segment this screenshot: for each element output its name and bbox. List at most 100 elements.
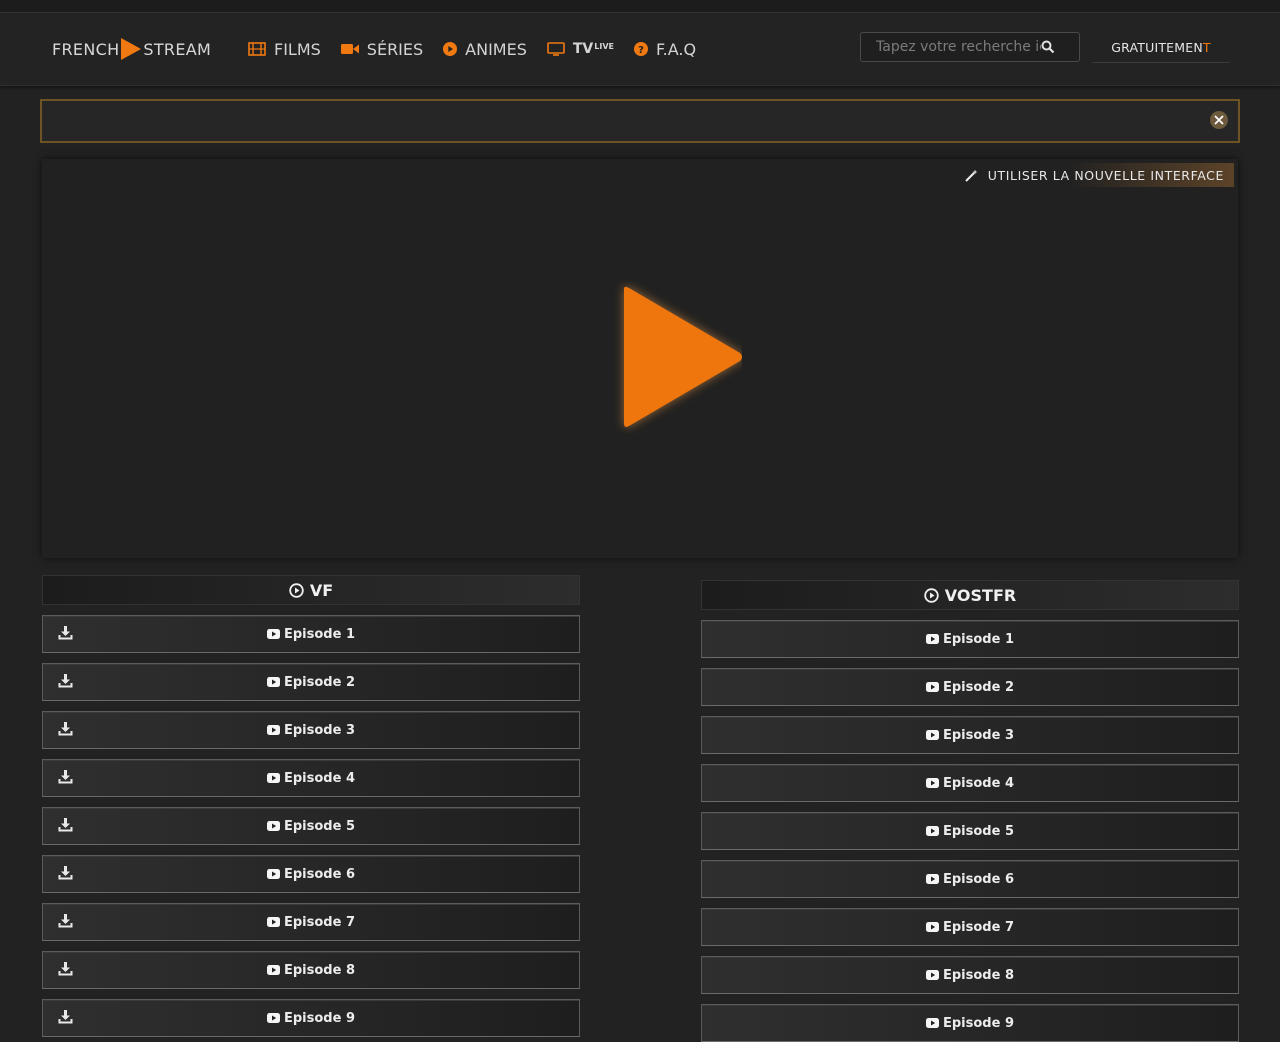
download-icon[interactable] bbox=[58, 770, 73, 784]
play-circle-icon bbox=[443, 42, 458, 56]
nav-films-label: FILMS bbox=[274, 39, 321, 59]
vf-episode-button[interactable]: Episode 6 bbox=[42, 855, 580, 893]
download-icon[interactable] bbox=[58, 914, 73, 928]
vf-header: VF bbox=[42, 575, 580, 605]
vostfr-episode-button[interactable]: Episode 5 bbox=[701, 812, 1239, 850]
vf-episode-list: Episode 1 Episode 2 Episode 3 Episode 4 Epis… bbox=[42, 615, 580, 1037]
vostfr-episode-button[interactable]: Episode 9 bbox=[701, 1004, 1239, 1042]
youtube-play-icon bbox=[266, 917, 280, 927]
vostfr-episode-button[interactable]: Episode 4 bbox=[701, 764, 1239, 802]
logo-play-icon bbox=[121, 38, 142, 60]
vostfr-episode-button[interactable]: Episode 2 bbox=[701, 668, 1239, 706]
episode-label: Episode 9 bbox=[942, 1015, 1014, 1031]
vf-episode-button[interactable]: Episode 8 bbox=[42, 951, 580, 989]
vostfr-episode-button[interactable]: Episode 8 bbox=[701, 956, 1239, 994]
youtube-play-icon bbox=[266, 965, 280, 975]
nav-faq[interactable]: ? F.A.Q bbox=[634, 40, 696, 59]
episode-label: Episode 7 bbox=[942, 919, 1014, 935]
magic-wand-icon bbox=[965, 169, 978, 182]
nav-animes[interactable]: ANIMES bbox=[443, 40, 527, 59]
nav-films[interactable]: FILMS bbox=[248, 40, 321, 59]
episode-label: Episode 9 bbox=[283, 1010, 355, 1026]
nav-tv-live[interactable]: TV LIVE bbox=[547, 41, 614, 57]
film-icon bbox=[248, 42, 266, 56]
youtube-play-icon bbox=[266, 629, 280, 639]
episode-label: Episode 2 bbox=[942, 679, 1014, 695]
youtube-play-icon bbox=[925, 778, 939, 788]
tv-icon bbox=[547, 42, 565, 56]
youtube-play-icon bbox=[266, 1013, 280, 1023]
youtube-play-icon bbox=[925, 634, 939, 644]
nav-animes-label: ANIMES bbox=[465, 39, 527, 59]
download-icon[interactable] bbox=[58, 818, 73, 832]
vf-episode-button[interactable]: Episode 1 bbox=[42, 615, 580, 653]
episode-label: Episode 7 bbox=[283, 914, 355, 930]
vostfr-header: VOSTFR bbox=[701, 580, 1239, 610]
vostfr-episode-button[interactable]: Episode 3 bbox=[701, 716, 1239, 754]
episode-label: Episode 4 bbox=[942, 775, 1014, 791]
play-icon[interactable] bbox=[572, 279, 742, 434]
play-circle-outline-icon bbox=[289, 582, 304, 598]
site-logo[interactable]: FRENCH STREAM bbox=[52, 38, 211, 60]
episode-label: Episode 1 bbox=[942, 631, 1014, 647]
youtube-play-icon bbox=[925, 730, 939, 740]
nav-series[interactable]: SÉRIES bbox=[340, 39, 424, 59]
search-input[interactable] bbox=[861, 39, 1041, 55]
download-icon[interactable] bbox=[58, 722, 73, 736]
gratuit-text-accent: T bbox=[1202, 40, 1211, 55]
vostfr-episode-list: Episode 1 Episode 2 Episode 3 Episode 4 Epis… bbox=[701, 620, 1239, 1042]
vostfr-episode-button[interactable]: Episode 6 bbox=[701, 860, 1239, 898]
new-interface-button[interactable]: UTILISER LA NOUVELLE INTERFACE bbox=[952, 163, 1234, 187]
download-icon[interactable] bbox=[58, 962, 73, 976]
logo-text-left: FRENCH bbox=[52, 39, 120, 59]
youtube-play-icon bbox=[925, 826, 939, 836]
nav-series-label: SÉRIES bbox=[366, 39, 424, 59]
gratuit-link[interactable]: GRATUITEMENT bbox=[1092, 40, 1230, 63]
episode-label: Episode 1 bbox=[283, 626, 355, 642]
close-icon[interactable] bbox=[1210, 111, 1228, 129]
video-camera-icon bbox=[340, 44, 359, 54]
vostfr-episode-button[interactable]: Episode 1 bbox=[701, 620, 1239, 658]
youtube-play-icon bbox=[266, 677, 280, 687]
episode-label: Episode 3 bbox=[942, 727, 1014, 743]
youtube-play-icon bbox=[266, 821, 280, 831]
nav-faq-label: F.A.Q bbox=[656, 39, 697, 59]
main-nav: FILMS SÉRIES ANIMES TV LIVE ? F.A.Q bbox=[248, 37, 716, 61]
download-icon[interactable] bbox=[58, 866, 73, 880]
episode-label: Episode 6 bbox=[942, 871, 1014, 887]
search-box bbox=[860, 32, 1080, 62]
logo-text-right: STREAM bbox=[143, 39, 212, 59]
play-circle-outline-icon bbox=[924, 587, 939, 603]
top-strip bbox=[0, 0, 1280, 13]
download-icon[interactable] bbox=[58, 1010, 73, 1024]
youtube-play-icon bbox=[925, 874, 939, 884]
vf-episode-button[interactable]: Episode 9 bbox=[42, 999, 580, 1037]
vostfr-column: VOSTFR Episode 1 Episode 2 Episode 3 Episod… bbox=[701, 580, 1239, 1042]
vf-episode-button[interactable]: Episode 7 bbox=[42, 903, 580, 941]
youtube-play-icon bbox=[925, 970, 939, 980]
vf-episode-button[interactable]: Episode 4 bbox=[42, 759, 580, 797]
vf-episode-button[interactable]: Episode 2 bbox=[42, 663, 580, 701]
new-interface-label: UTILISER LA NOUVELLE INTERFACE bbox=[987, 167, 1224, 183]
video-player[interactable]: UTILISER LA NOUVELLE INTERFACE bbox=[42, 159, 1238, 558]
download-icon[interactable] bbox=[58, 626, 73, 640]
youtube-play-icon bbox=[925, 682, 939, 692]
svg-text:?: ? bbox=[638, 45, 644, 56]
episode-label: Episode 6 bbox=[283, 866, 355, 882]
vf-episode-button[interactable]: Episode 5 bbox=[42, 807, 580, 845]
episode-label: Episode 8 bbox=[283, 962, 355, 978]
vf-episode-button[interactable]: Episode 3 bbox=[42, 711, 580, 749]
vostfr-title: VOSTFR bbox=[944, 585, 1017, 605]
vf-title: VF bbox=[309, 580, 334, 600]
episode-label: Episode 2 bbox=[283, 674, 355, 690]
download-icon[interactable] bbox=[58, 674, 73, 688]
episode-label: Episode 3 bbox=[283, 722, 355, 738]
episode-label: Episode 5 bbox=[283, 818, 355, 834]
notice-bar bbox=[40, 99, 1240, 143]
vf-column: VF Episode 1 Episode 2 Episode 3 Episode 4E… bbox=[42, 575, 580, 1037]
search-icon[interactable] bbox=[1041, 40, 1055, 54]
episode-label: Episode 4 bbox=[283, 770, 355, 786]
vostfr-episode-button[interactable]: Episode 7 bbox=[701, 908, 1239, 946]
nav-tv-label: TV bbox=[572, 41, 594, 57]
question-circle-icon: ? bbox=[634, 42, 648, 56]
